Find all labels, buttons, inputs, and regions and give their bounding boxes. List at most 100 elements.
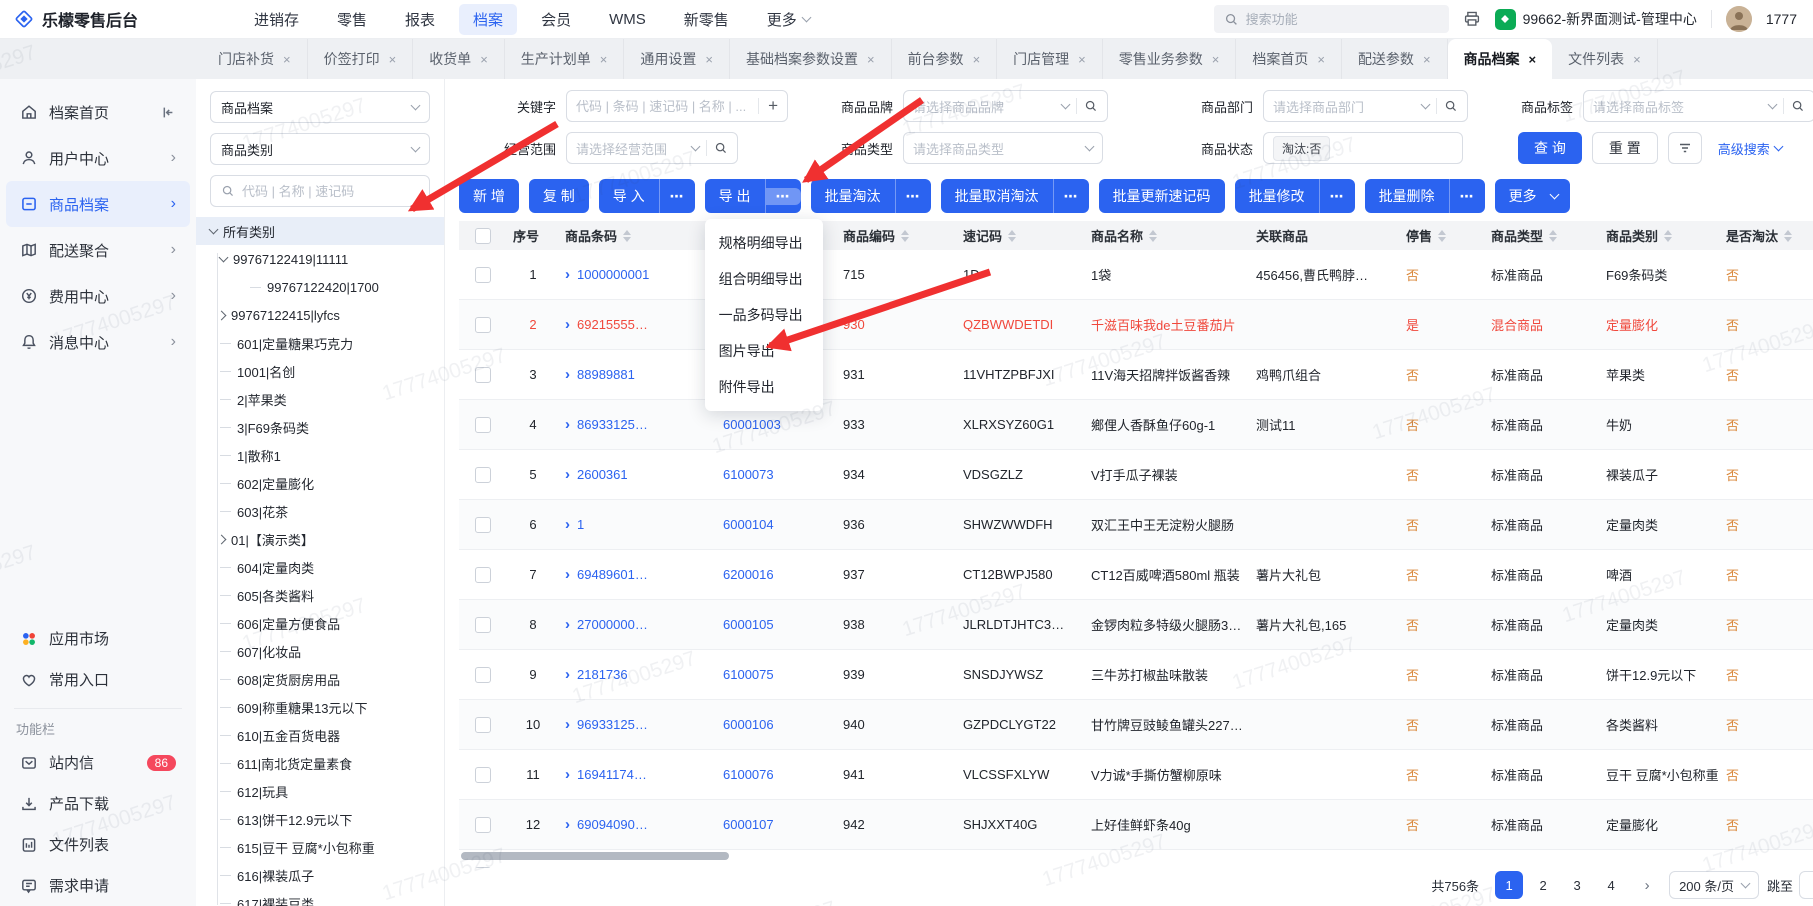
tree-item[interactable]: 3|F69条码类 [210,413,430,441]
code-link[interactable]: 6000108 [723,867,774,868]
global-search[interactable] [1214,5,1449,33]
close-icon[interactable]: × [600,52,608,67]
expand-row-icon[interactable]: › [565,266,570,283]
table-row[interactable]: 5›26003616100073934VDSGZLZV打手瓜子裸装否标准商品裸装… [459,450,1813,500]
close-icon[interactable]: × [1078,52,1086,67]
row-checkbox[interactable] [475,767,491,783]
toolbar-button[interactable]: 导 入⋯ [599,179,695,213]
close-icon[interactable]: × [480,52,488,67]
barcode-link[interactable]: 1000000001 [577,267,649,282]
tenant[interactable]: 99662-新界面测试-管理中心 [1495,9,1697,30]
row-checkbox[interactable] [475,567,491,583]
row-checkbox[interactable] [475,667,491,683]
more-options-button[interactable]: ⋯ [896,188,931,205]
sidebar-item[interactable]: 档案首页 [6,89,190,135]
barcode-link[interactable]: 69094090… [577,817,648,832]
sort-icon[interactable] [1438,230,1446,242]
toolbar-button[interactable]: 导 出⋯ [705,179,801,213]
topnav-item[interactable]: 更多 [753,4,824,35]
tree-item[interactable]: 606|定量方便食品 [210,609,430,637]
tab[interactable]: 前台参数× [892,39,998,79]
expand-row-icon[interactable]: › [565,366,570,383]
sort-icon[interactable] [1784,230,1792,242]
toolbar-button[interactable]: 更多 [1495,179,1570,213]
tree-item[interactable]: 610|五金百货电器 [210,721,430,749]
table-row[interactable]: 11›16941174…6100076941VLCSSFXLYWV力诚*手撕仿蟹… [459,750,1813,800]
row-checkbox[interactable] [475,817,491,833]
caret-down-icon[interactable] [219,253,229,263]
header-cell[interactable]: 商品类型 [1485,226,1600,245]
export-menu-item[interactable]: 规格明细导出 [705,225,823,261]
tree-item[interactable]: 617|裸装豆类 [210,889,430,906]
barcode-link[interactable]: 2600361 [577,467,628,482]
sort-icon[interactable] [1549,230,1557,242]
search-icon[interactable] [714,141,728,155]
header-cell[interactable]: 是否淘汰 [1720,226,1813,245]
tree-item[interactable]: 01|【演示类】 [210,525,430,553]
category-search[interactable] [210,175,430,207]
close-icon[interactable]: × [1529,52,1537,67]
export-menu-item[interactable]: 组合明细导出 [705,261,823,297]
header-cell[interactable]: 商品名称 [1085,226,1250,245]
table-row[interactable]: 6›16000104936SHWZWWDFH双汇王中王无淀粉火腿肠否标准商品定量… [459,500,1813,550]
code-link[interactable]: 6100073 [723,467,774,482]
tree-item[interactable]: 99767122419|11111 [210,245,430,273]
tree-item[interactable]: 99767122415|lyfcs [210,301,430,329]
toolbar-button[interactable]: 批量修改⋯ [1235,179,1355,213]
row-checkbox[interactable] [475,367,491,383]
row-checkbox[interactable] [475,617,491,633]
export-menu-item[interactable]: 图片导出 [705,333,823,369]
tag-select[interactable]: 请选择商品标签 [1583,90,1813,122]
toolbar-button[interactable]: 批量更新速记码 [1099,179,1225,213]
app-logo[interactable]: 乐檬零售后台 [14,7,214,31]
jump-input[interactable] [1799,871,1813,899]
brand-select[interactable]: 请选择商品品牌 [903,90,1108,122]
code-link[interactable]: 60001003 [723,417,781,432]
page-button[interactable]: 4 [1597,871,1625,899]
barcode-link[interactable]: 27000000… [577,617,648,632]
table-row[interactable]: 10›96933125…6000106940GZPDCLYGT22甘竹牌豆豉鲮鱼… [459,700,1813,750]
row-checkbox[interactable] [475,267,491,283]
row-checkbox[interactable] [475,317,491,333]
barcode-link[interactable]: 96933125… [577,717,648,732]
expand-row-icon[interactable]: › [565,316,570,333]
tree-item[interactable]: 616|裸装瓜子 [210,861,430,889]
column-settings-button[interactable] [1668,132,1702,164]
sidebar-item[interactable]: 消息中心› [6,319,190,365]
sidebar-item[interactable]: 配送聚合› [6,227,190,273]
topnav-item[interactable]: 报表 [391,4,449,35]
close-icon[interactable]: × [705,52,713,67]
topnav-item[interactable]: 新零售 [670,4,743,35]
close-icon[interactable]: × [867,52,875,67]
sort-icon[interactable] [1008,230,1016,242]
header-cell[interactable]: 速记码 [957,226,1085,245]
row-checkbox[interactable] [475,417,491,433]
caret-right-icon[interactable] [217,310,227,320]
global-search-input[interactable] [1246,12,1439,27]
more-options-button[interactable]: ⋯ [660,188,695,205]
reset-button[interactable]: 重 置 [1592,132,1658,164]
close-icon[interactable]: × [283,52,291,67]
code-link[interactable]: 6200016 [723,567,774,582]
tree-item[interactable]: 613|饼干12.9元以下 [210,805,430,833]
table-row[interactable]: 12›69094090…6000107942SHJXXT40G上好佳鲜虾条40g… [459,800,1813,850]
toolbar-button[interactable]: 新 增 [459,179,519,213]
close-icon[interactable]: × [1317,52,1325,67]
tree-item[interactable]: 99767122420|1700 [210,273,430,301]
more-options-button[interactable]: ⋯ [1450,188,1485,205]
barcode-link[interactable]: 69215555… [577,317,648,332]
search-icon[interactable] [1791,99,1805,113]
table-row[interactable]: 1›100000000110001017151D1袋456456,曹氏鸭脖…否标… [459,250,1813,300]
topnav-item[interactable]: 进销存 [240,4,313,35]
sidebar-item[interactable]: 费用中心› [6,273,190,319]
page-button[interactable]: 2 [1529,871,1557,899]
tree-item[interactable]: 所有类别 [196,217,444,245]
topnav-item[interactable]: 档案 [459,4,517,35]
page-button[interactable]: 3 [1563,871,1591,899]
tree-item[interactable]: 605|各类酱料 [210,581,430,609]
sidebar-item[interactable]: 需求申请 [6,865,190,906]
tree-item[interactable]: 1|散称1 [210,441,430,469]
header-cell[interactable]: 序号 [507,226,559,245]
export-menu-item[interactable]: 附件导出 [705,369,823,405]
add-keyword-button[interactable]: + [766,96,778,116]
